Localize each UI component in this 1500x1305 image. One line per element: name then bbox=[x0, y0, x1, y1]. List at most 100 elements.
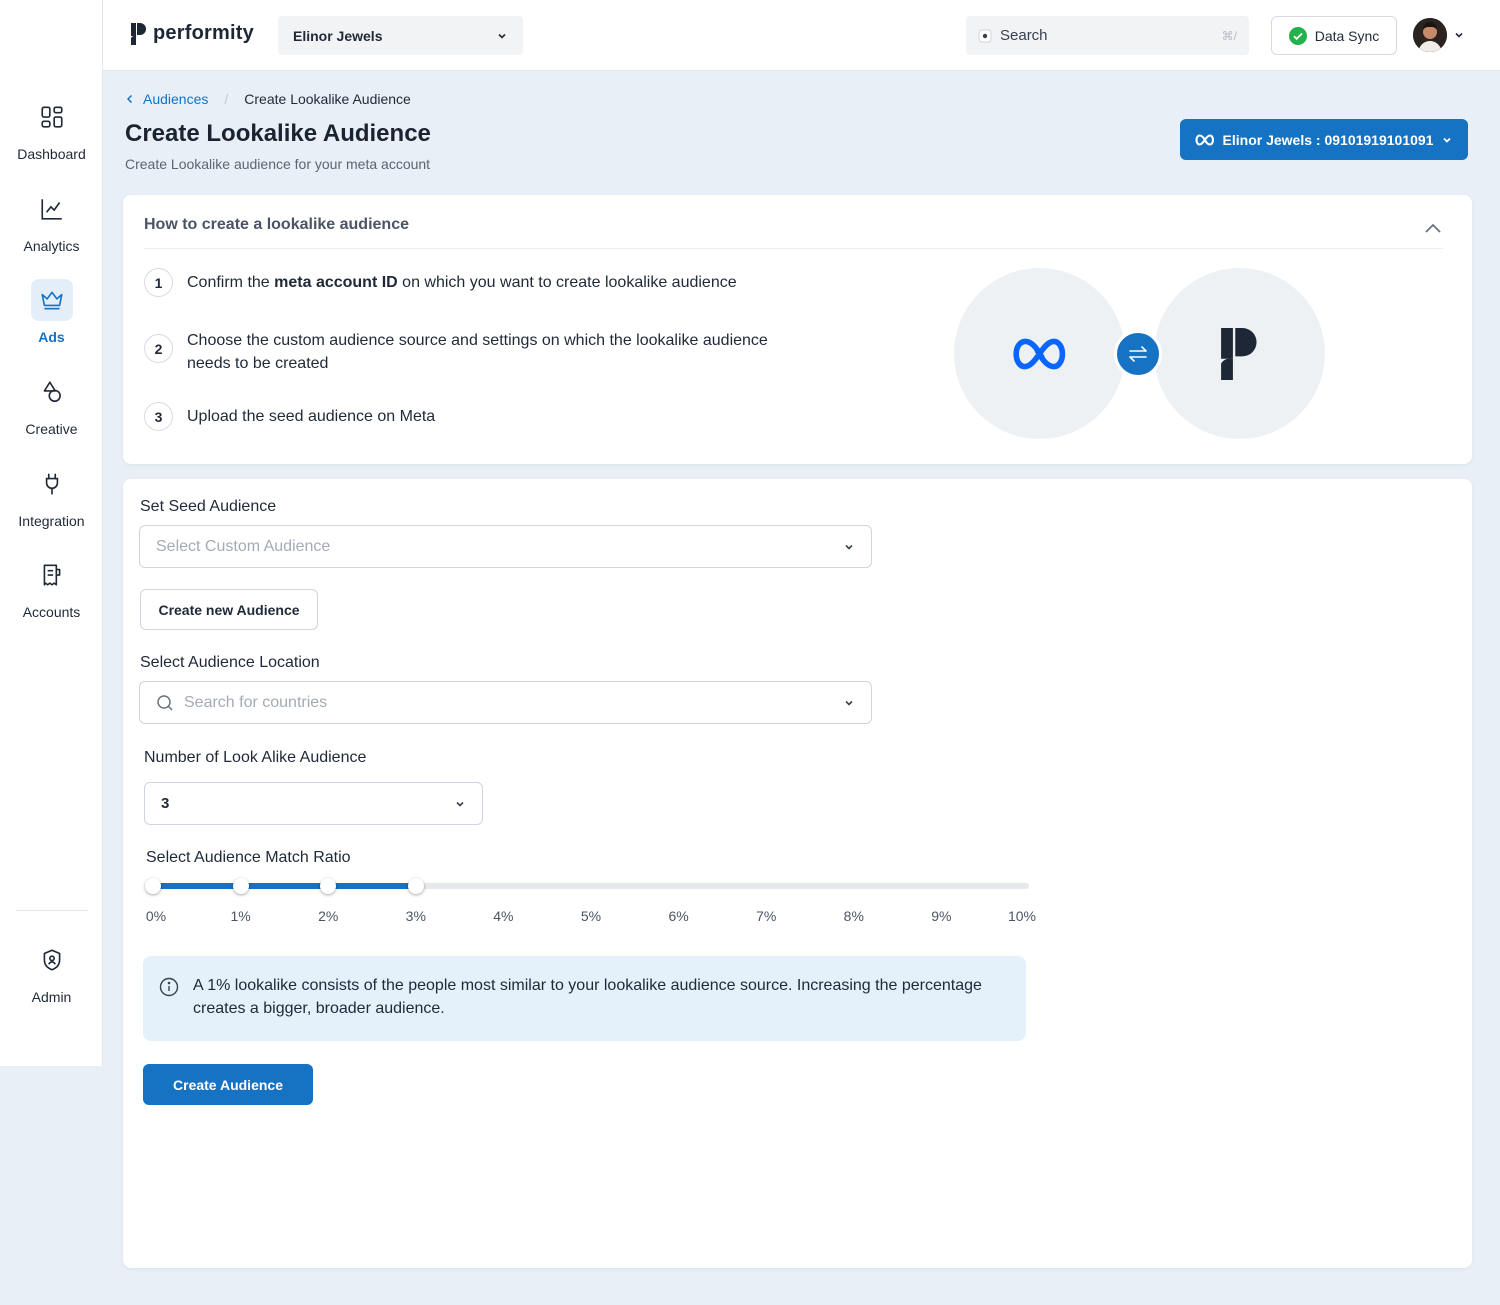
step-number: 1 bbox=[144, 268, 173, 297]
slider-tick-label: 2% bbox=[318, 908, 339, 924]
count-label: Number of Look Alike Audience bbox=[144, 749, 367, 766]
slider-tick-label: 9% bbox=[931, 908, 952, 924]
chevron-down-icon bbox=[845, 700, 853, 706]
match-ratio-label: Select Audience Match Ratio bbox=[146, 849, 351, 866]
sidebar: Dashboard Analytics Ads Creative Integra… bbox=[0, 0, 103, 1066]
seed-audience-select[interactable]: Select Custom Audience bbox=[139, 525, 872, 568]
line-chart-icon bbox=[31, 188, 73, 230]
breadcrumb: Audiences / Create Lookalike Audience bbox=[125, 91, 411, 107]
sidebar-item-label: Analytics bbox=[23, 238, 80, 254]
sidebar-item-admin[interactable]: Admin bbox=[0, 939, 103, 1005]
howto-title: How to create a lookalike audience bbox=[144, 216, 409, 233]
slider-tick-label: 4% bbox=[493, 908, 514, 924]
slider-tick-label: 5% bbox=[580, 908, 602, 924]
sidebar-item-dashboard[interactable]: Dashboard bbox=[0, 96, 103, 162]
slider-tick-label: 7% bbox=[756, 908, 777, 924]
lookalike-count-select[interactable]: 3 bbox=[144, 782, 483, 825]
top-bar: performity Elinor Jewels Search ⌘/ Data … bbox=[103, 0, 1500, 71]
step-text: Upload the seed audience on Meta bbox=[187, 408, 436, 425]
slider-handle[interactable] bbox=[145, 878, 161, 894]
slider-tick-label: 1% bbox=[230, 908, 251, 924]
meta-account-select-button[interactable]: Elinor Jewels : 09101919101091 bbox=[1180, 119, 1468, 160]
breadcrumb-link-audiences[interactable]: Audiences bbox=[143, 91, 208, 107]
step-text: Confirm the meta account ID on which you… bbox=[187, 274, 737, 291]
howto-card: How to create a lookalike audience 1 Con… bbox=[123, 195, 1472, 464]
dashboard-icon bbox=[31, 96, 73, 138]
sidebar-item-creative[interactable]: Creative bbox=[0, 371, 103, 437]
slider-tick-label: 3% bbox=[405, 908, 426, 924]
chevron-up-icon bbox=[1425, 223, 1441, 233]
meta-illustration bbox=[954, 268, 1125, 439]
user-menu[interactable] bbox=[1413, 18, 1465, 52]
seed-audience-placeholder: Select Custom Audience bbox=[156, 537, 331, 555]
shapes-icon bbox=[31, 371, 73, 413]
performity-illustration bbox=[1154, 268, 1325, 439]
search-input[interactable]: Search ⌘/ bbox=[966, 16, 1249, 55]
sidebar-divider bbox=[16, 910, 88, 911]
sidebar-item-label: Dashboard bbox=[17, 146, 86, 162]
howto-divider bbox=[144, 248, 1443, 249]
howto-step: 3 Upload the seed audience on Meta bbox=[144, 402, 844, 431]
chevron-left-icon[interactable] bbox=[125, 93, 135, 105]
logo-text: performity bbox=[153, 22, 254, 44]
slider-handle[interactable] bbox=[232, 878, 249, 894]
slider-tick-label: 10% bbox=[1007, 908, 1037, 924]
sidebar-item-label: Admin bbox=[31, 989, 72, 1005]
slider-handle[interactable] bbox=[407, 878, 424, 894]
account-select[interactable]: Elinor Jewels bbox=[278, 16, 523, 55]
match-ratio-slider[interactable] bbox=[145, 878, 1029, 894]
meta-account-label: Elinor Jewels : 09101919101091 bbox=[1222, 131, 1434, 148]
search-shortcut: ⌘/ bbox=[1221, 28, 1237, 43]
step-number: 3 bbox=[144, 402, 173, 431]
plug-icon bbox=[31, 463, 73, 505]
data-sync-label: Data Sync bbox=[1314, 27, 1380, 44]
check-circle-icon bbox=[1288, 26, 1307, 45]
search-icon bbox=[157, 694, 173, 711]
chevron-down-icon bbox=[1443, 137, 1452, 143]
lookalike-form: Set Seed Audience Select Custom Audience… bbox=[123, 479, 1472, 1268]
chevron-down-icon bbox=[456, 801, 464, 807]
seed-audience-label: Set Seed Audience bbox=[140, 498, 277, 515]
info-text: A 1% lookalike consists of the people mo… bbox=[193, 977, 982, 1017]
breadcrumb-current: Create Lookalike Audience bbox=[244, 91, 411, 107]
sidebar-item-accounts[interactable]: Accounts bbox=[0, 554, 103, 620]
howto-step: 2 Choose the custom audience source and … bbox=[144, 326, 804, 375]
collapse-button[interactable] bbox=[1424, 221, 1442, 239]
breadcrumb-separator: / bbox=[224, 91, 229, 107]
sidebar-item-integration[interactable]: Integration bbox=[0, 463, 103, 529]
sidebar-item-label: Ads bbox=[38, 329, 65, 345]
app-logo[interactable]: performity bbox=[131, 22, 254, 45]
sidebar-item-label: Integration bbox=[18, 513, 85, 529]
page-subtitle: Create Lookalike audience for your meta … bbox=[125, 156, 431, 172]
info-icon bbox=[159, 977, 179, 997]
howto-step: 1 Confirm the meta account ID on which y… bbox=[144, 268, 844, 297]
location-label: Select Audience Location bbox=[140, 654, 320, 671]
chevron-down-icon bbox=[498, 33, 506, 39]
meta-logo-icon bbox=[1194, 133, 1214, 146]
lookalike-count-value: 3 bbox=[161, 795, 170, 812]
chevron-down-icon bbox=[1455, 32, 1463, 38]
create-new-audience-button[interactable]: Create new Audience bbox=[140, 589, 318, 630]
location-search-input[interactable]: Search for countries bbox=[139, 681, 872, 724]
search-icon bbox=[978, 29, 992, 42]
info-callout: A 1% lookalike consists of the people mo… bbox=[143, 956, 1026, 1041]
receipt-icon bbox=[31, 554, 73, 596]
performity-logo-icon bbox=[131, 22, 146, 45]
data-sync-button[interactable]: Data Sync bbox=[1271, 16, 1397, 55]
slider-fill bbox=[153, 883, 416, 889]
slider-tick-label: 6% bbox=[668, 908, 689, 924]
step-number: 2 bbox=[144, 334, 173, 363]
slider-tick-label: 8% bbox=[843, 908, 864, 924]
swap-arrows-icon bbox=[1129, 346, 1147, 362]
sidebar-item-analytics[interactable]: Analytics bbox=[0, 188, 103, 254]
sidebar-item-label: Accounts bbox=[22, 604, 81, 620]
slider-handle[interactable] bbox=[320, 878, 337, 894]
account-select-value: Elinor Jewels bbox=[293, 27, 383, 44]
search-placeholder: Search bbox=[1000, 27, 1048, 44]
step-text: Choose the custom audience source and se… bbox=[187, 332, 768, 372]
slider-tick-label: 0% bbox=[145, 908, 167, 924]
sync-swap-badge bbox=[1114, 330, 1162, 378]
create-audience-button[interactable]: Create Audience bbox=[143, 1064, 313, 1105]
sidebar-item-ads[interactable]: Ads bbox=[0, 279, 103, 345]
shield-user-icon bbox=[31, 939, 73, 981]
